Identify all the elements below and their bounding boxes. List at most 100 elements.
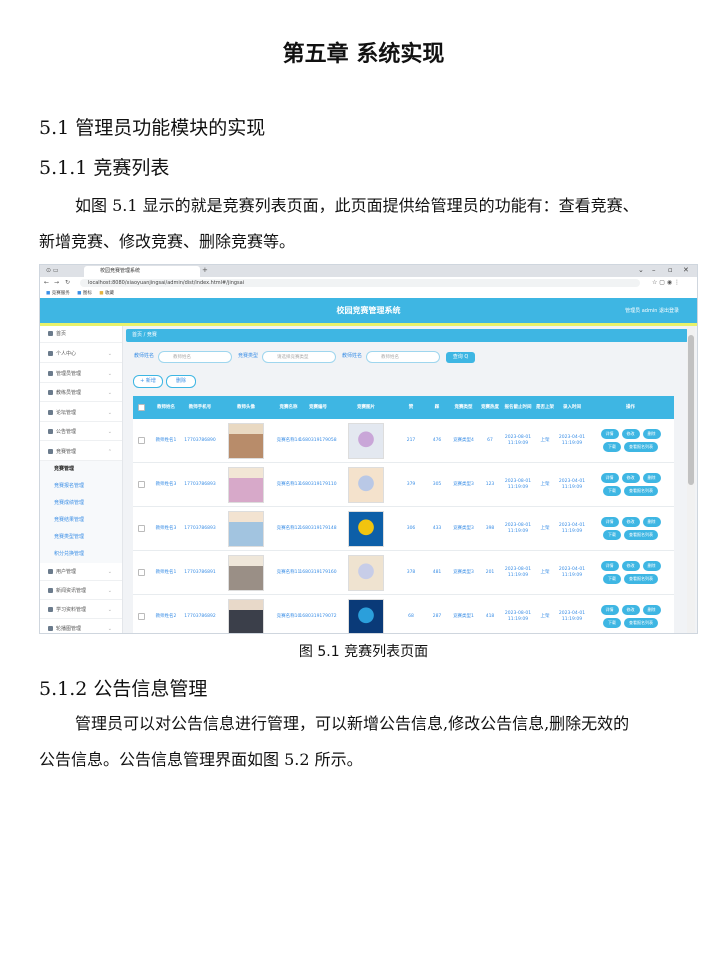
row-delete-button[interactable]: 删除: [642, 605, 661, 615]
view-signups-button[interactable]: 查看报名列表: [624, 442, 658, 452]
sidebar-item-profile[interactable]: 个人中心 ⌄: [40, 346, 122, 363]
row-delete-button[interactable]: 删除: [642, 429, 661, 439]
edit-button[interactable]: 修改: [621, 429, 640, 439]
browser-menu-icon[interactable]: ⊙ ▭: [46, 267, 59, 274]
forward-icon[interactable]: →: [54, 279, 59, 286]
address-input[interactable]: localhost:8080/xiaoyuanjingsai/admin/dis…: [80, 279, 640, 287]
table-row[interactable]: 教师姓名3 17703786893 竞赛名称12 1680319179148 3…: [133, 507, 674, 551]
cell-competition-name: 竞赛名称13: [276, 481, 301, 487]
detail-button[interactable]: 详情: [600, 605, 619, 615]
grid-icon: [48, 429, 53, 434]
minimize-icon[interactable]: ⌄: [638, 266, 644, 274]
teacher-name-input[interactable]: 教师姓名: [158, 351, 232, 363]
detail-button[interactable]: 详情: [600, 561, 619, 571]
sidebar-item-home[interactable]: 首页: [40, 326, 122, 343]
row-delete-button[interactable]: 删除: [642, 473, 661, 483]
sidebar-item-coach[interactable]: 教练员管理 ⌄: [40, 385, 122, 402]
header-user-actions[interactable]: 管理员 admin 退出登录: [625, 307, 679, 314]
minimize-window-icon[interactable]: –: [652, 266, 656, 274]
view-signups-button[interactable]: 查看报名列表: [624, 618, 658, 628]
detail-button[interactable]: 详情: [600, 429, 619, 439]
sidebar-item-forum[interactable]: 论坛管理 ⌄: [40, 405, 122, 422]
sidebar-item-admin[interactable]: 管理员管理 ⌄: [40, 366, 122, 383]
row-checkbox-cell[interactable]: [133, 419, 149, 462]
bookmark-item[interactable]: 竞赛服务: [52, 291, 70, 296]
sidebar-subitem[interactable]: 积分兑换管理: [40, 546, 122, 563]
header-checkbox-cell[interactable]: [133, 396, 149, 419]
cell-teacher-phone: 17703786892: [184, 613, 216, 619]
edit-button[interactable]: 修改: [621, 561, 640, 571]
cell-dislikes: 481: [432, 569, 442, 575]
view-signups-button[interactable]: 查看报名列表: [624, 530, 658, 540]
delete-button[interactable]: 删除: [166, 375, 196, 388]
table-row[interactable]: 教师姓名2 17703786892 竞赛名称10 1680319179072 6…: [133, 595, 674, 633]
cell-competition-code: 1680319179148: [299, 525, 337, 531]
sidebar-subitem[interactable]: 竞赛结果管理: [40, 512, 122, 529]
user-icon: [48, 351, 53, 356]
cell-competition-image: [334, 419, 398, 462]
sidebar-subitem[interactable]: 竞赛成绩管理: [40, 495, 122, 512]
teacher-avatar-image: [228, 598, 264, 633]
row-delete-button[interactable]: 删除: [642, 561, 661, 571]
row-delete-button[interactable]: 删除: [642, 517, 661, 527]
sidebar-subitem[interactable]: 竞赛类型管理: [40, 529, 122, 546]
close-icon[interactable]: ✕: [683, 266, 689, 274]
sidebar-item-materials[interactable]: 学习资料管理 ⌄: [40, 602, 122, 619]
view-signups-button[interactable]: 查看报名列表: [624, 486, 658, 496]
edit-button[interactable]: 修改: [621, 517, 640, 527]
sidebar-item-notice[interactable]: 公告管理 ⌄: [40, 424, 122, 441]
reload-icon[interactable]: ↻: [65, 279, 70, 286]
pin-icon: [48, 390, 53, 395]
cell-dislikes: 305: [432, 481, 442, 487]
table-row[interactable]: 教师姓名1 17703786890 竞赛名称14 1680319179058 2…: [133, 419, 674, 463]
table-row[interactable]: 教师姓名1 17703786891 竞赛名称11 1680319179160 3…: [133, 551, 674, 595]
maximize-icon[interactable]: ▫: [668, 266, 673, 274]
edit-button[interactable]: 修改: [621, 605, 640, 615]
bookmark-item[interactable]: 收藏: [105, 291, 114, 296]
download-button[interactable]: 下载: [603, 618, 621, 628]
scrollbar-thumb[interactable]: [688, 335, 694, 485]
detail-button[interactable]: 详情: [600, 473, 619, 483]
cell-competition-type: 竞赛类型3: [453, 525, 474, 531]
browser-tab[interactable]: 校园竞赛管理系统: [84, 266, 200, 277]
row-checkbox-cell[interactable]: [133, 595, 149, 633]
cell-likes: 306: [406, 525, 416, 531]
row-checkbox-cell[interactable]: [133, 463, 149, 506]
sidebar-item-carousel[interactable]: 轮播图管理 ⌄: [40, 621, 122, 633]
download-button[interactable]: 下载: [603, 530, 621, 540]
teacher-name-input-2[interactable]: 教师姓名: [366, 351, 440, 363]
cell-competition-type: 竞赛类型4: [453, 437, 474, 443]
competition-type-select[interactable]: 请选择竞赛类型: [262, 351, 336, 363]
download-button[interactable]: 下载: [603, 442, 621, 452]
sidebar-item-users[interactable]: 用户管理 ⌄: [40, 564, 122, 581]
new-tab-icon[interactable]: +: [202, 266, 208, 274]
bookmark-item[interactable]: 图标: [83, 291, 92, 296]
view-signups-button[interactable]: 查看报名列表: [624, 574, 658, 584]
extensions-icon[interactable]: ☆ ▢ ◉ ⋮: [652, 279, 680, 286]
back-icon[interactable]: ←: [44, 279, 49, 286]
row-checkbox-cell[interactable]: [133, 507, 149, 550]
search-button[interactable]: 查询 Q: [446, 352, 475, 363]
detail-button[interactable]: 详情: [600, 517, 619, 527]
cell-competition-name: 竞赛名称10: [276, 613, 301, 619]
sidebar-item-news[interactable]: 新闻资讯管理 ⌄: [40, 583, 122, 600]
row-checkbox[interactable]: [137, 481, 145, 488]
table-row[interactable]: 教师姓名3 17703786893 竞赛名称13 1680319179110 3…: [133, 463, 674, 507]
cell-competition-code: 1680319179058: [299, 437, 337, 443]
cell-dislikes: 476: [432, 437, 442, 443]
sidebar-item-competition[interactable]: 竞赛管理 ⌃: [40, 444, 122, 461]
select-all-checkbox[interactable]: [137, 404, 145, 411]
download-button[interactable]: 下载: [603, 574, 621, 584]
edit-button[interactable]: 修改: [621, 473, 640, 483]
sidebar-subitem[interactable]: 竞赛报名管理: [40, 478, 122, 495]
row-checkbox-cell[interactable]: [133, 551, 149, 594]
cell-competition-type: 竞赛类型3: [453, 481, 474, 487]
add-button[interactable]: + 新增: [133, 375, 163, 388]
download-button[interactable]: 下载: [603, 486, 621, 496]
filter-label: 教师姓名: [342, 353, 363, 359]
row-checkbox[interactable]: [137, 613, 145, 620]
row-checkbox[interactable]: [137, 525, 145, 532]
row-checkbox[interactable]: [137, 437, 145, 444]
sidebar-subitem-active[interactable]: 竞赛管理: [40, 461, 122, 478]
row-checkbox[interactable]: [137, 569, 145, 576]
